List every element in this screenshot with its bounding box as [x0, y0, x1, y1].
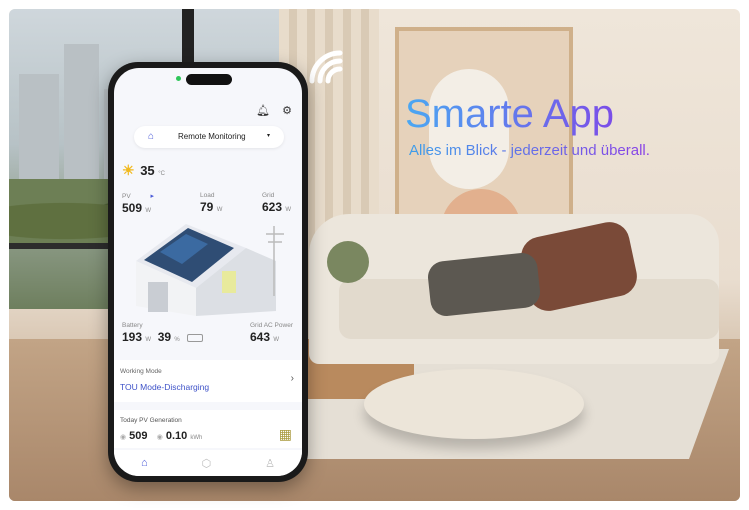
- grid-unit: W: [285, 207, 292, 213]
- grid-label: Grid: [262, 192, 275, 199]
- pv-flow-icon: ▸: [150, 193, 154, 200]
- power-icon: ◉: [120, 434, 127, 441]
- working-mode-value: TOU Mode-Discharging: [120, 382, 210, 392]
- working-mode-title: Working Mode: [120, 368, 162, 375]
- battery-stat: Battery 193 W 39 %: [122, 322, 204, 344]
- battery-label: Battery: [122, 322, 143, 329]
- pillow: [327, 241, 369, 283]
- chevron-right-icon: ›: [290, 373, 294, 384]
- load-label: Load: [200, 192, 215, 199]
- battery-power-unit: W: [145, 337, 152, 343]
- battery-soc-unit: %: [174, 337, 180, 343]
- promo-subline: Alles im Blick - jederzeit und überall.: [409, 142, 650, 159]
- pv-generation-power: 509: [129, 430, 148, 442]
- weather-unit: °C: [158, 171, 166, 177]
- phone-mockup: 🔔︎ ⚙ ⌂ Remote Monitoring ▾ ☀ 35 °C PV ▸ …: [108, 62, 308, 482]
- pv-value: 509: [122, 201, 143, 215]
- pv-unit: W: [145, 208, 152, 214]
- battery-power-value: 193: [122, 330, 143, 344]
- grid-ac-unit: W: [273, 337, 280, 343]
- home-icon[interactable]: ⌂: [141, 457, 148, 469]
- weather-widget: ☀ 35 °C: [122, 162, 165, 179]
- gear-icon[interactable]: ⚙: [282, 104, 292, 117]
- grid-ac-stat: Grid AC Power 643 W: [250, 322, 293, 344]
- plant-selector[interactable]: ⌂ Remote Monitoring ▾: [134, 126, 284, 148]
- pv-generation-title: Today PV Generation: [120, 417, 182, 424]
- pv-generation-energy: 0.10: [165, 430, 188, 442]
- house-illustration: [136, 224, 284, 316]
- pv-label: PV: [122, 193, 131, 200]
- battery-icon: [187, 333, 204, 342]
- weather-temp: 35: [140, 163, 155, 178]
- working-mode-card[interactable]: Working Mode TOU Mode-Discharging ›: [114, 360, 302, 402]
- energy-icon: ◉: [156, 434, 163, 441]
- pv-generation-energy-unit: kWh: [190, 435, 203, 441]
- promo-headline: Smarte App: [405, 92, 615, 136]
- grid-ac-value: 643: [250, 330, 271, 344]
- load-value: 79: [200, 200, 214, 214]
- solar-panel-icon: ▦: [278, 426, 292, 442]
- load-stat: Load 79 W: [200, 192, 222, 214]
- weather-sun-icon: ☀: [122, 162, 135, 178]
- bottom-tab-bar: ⌂ ⬡ ♙: [114, 450, 302, 476]
- grid-value: 623: [262, 200, 283, 214]
- app-header-icons: 🔔︎ ⚙: [256, 104, 292, 117]
- pv-generation-card[interactable]: Today PV Generation ◉ 509 ◉ 0.10 kWh ▦: [114, 410, 302, 448]
- device-icon[interactable]: ⬡: [202, 457, 212, 470]
- user-icon[interactable]: ♙: [265, 457, 275, 470]
- chevron-down-icon: ▾: [266, 133, 270, 139]
- pv-generation-values: ◉ 509 ◉ 0.10 kWh: [120, 430, 202, 442]
- load-unit: W: [216, 207, 223, 213]
- plant-icon: ⌂: [148, 131, 155, 142]
- pv-stat: PV ▸ 509 W: [122, 192, 154, 215]
- camera-indicator: [176, 76, 181, 81]
- wifi-signal-icon: [309, 50, 343, 84]
- pillow: [426, 251, 542, 318]
- pouf: [364, 369, 584, 439]
- grid-ac-label: Grid AC Power: [250, 322, 293, 329]
- bell-icon[interactable]: 🔔︎: [256, 104, 270, 117]
- plant-selector-label: Remote Monitoring: [178, 132, 246, 141]
- grid-stat: Grid 623 W: [262, 192, 291, 214]
- app-screen: 🔔︎ ⚙ ⌂ Remote Monitoring ▾ ☀ 35 °C PV ▸ …: [114, 68, 302, 476]
- phone-notch: [186, 74, 232, 85]
- battery-soc-value: 39: [157, 330, 172, 344]
